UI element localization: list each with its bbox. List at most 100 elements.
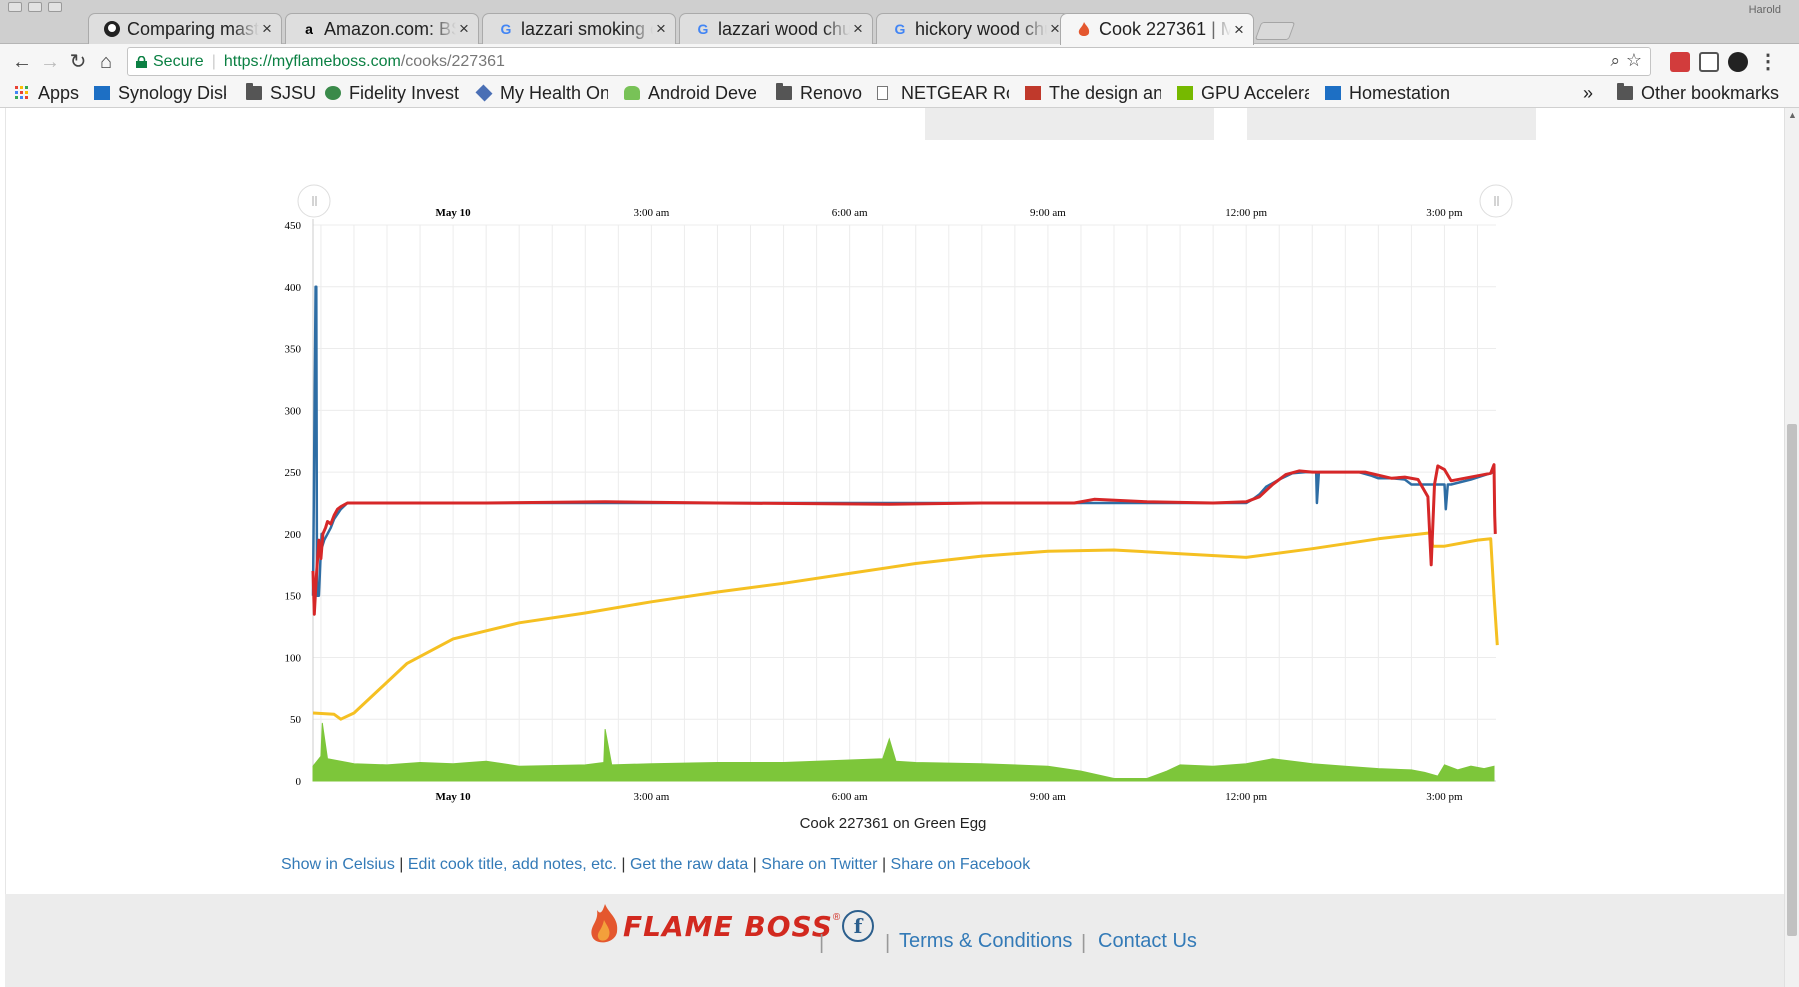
raw-data-link[interactable]: Get the raw data bbox=[630, 856, 748, 873]
footer-separator: | bbox=[885, 932, 891, 954]
extension-calendar-icon[interactable] bbox=[1670, 52, 1690, 72]
reload-icon[interactable]: ↻ bbox=[67, 51, 89, 73]
x-tick-label: 12:00 pm bbox=[1225, 791, 1267, 803]
site-footer: FLAME BOSS ® | f | Terms & Conditions | … bbox=[5, 894, 1784, 987]
bookmarks-overflow-chevron[interactable]: » bbox=[1583, 82, 1593, 104]
tab-hickory[interactable]: G hickory wood chu × bbox=[876, 13, 1070, 44]
x-axis-top: May 10 3:00 am 6:00 am 9:00 am 12:00 pm 3:00 … bbox=[436, 207, 1464, 219]
tab-cook-active[interactable]: Cook 227361 | M × bbox=[1060, 13, 1254, 45]
x-tick-label: 9:00 am bbox=[1030, 791, 1066, 803]
tab-title: Cook 227361 | M bbox=[1099, 19, 1231, 39]
bookmark-label: The design an bbox=[1049, 82, 1161, 103]
edit-cook-link[interactable]: Edit cook title, add notes, etc. bbox=[408, 856, 617, 873]
bookmark-android[interactable]: Android Deve bbox=[624, 82, 756, 104]
secure-label: Secure bbox=[153, 52, 204, 70]
fidelity-icon bbox=[325, 86, 341, 100]
tab-close-icon[interactable]: × bbox=[653, 19, 669, 39]
bookmarks-bar: Apps Synology Disk SJSU Fidelity Invest … bbox=[0, 79, 1799, 108]
android-icon bbox=[624, 86, 640, 100]
bookmark-apps[interactable]: Apps bbox=[14, 82, 79, 104]
iop-icon bbox=[1025, 86, 1041, 100]
share-facebook-link[interactable]: Share on Facebook bbox=[891, 856, 1031, 873]
chart-title: Cook 227361 on Green Egg bbox=[800, 815, 987, 832]
chart-grid bbox=[312, 219, 1496, 782]
brand-wordmark: FLAME BOSS bbox=[623, 909, 833, 943]
flame-logo-icon bbox=[591, 904, 618, 943]
window-minimize-button[interactable] bbox=[28, 2, 42, 12]
y-tick-label: 100 bbox=[285, 652, 302, 664]
x-tick-label: 3:00 am bbox=[634, 791, 670, 803]
show-celsius-link[interactable]: Show in Celsius bbox=[281, 856, 395, 873]
bookmark-homestation[interactable]: Homestation bbox=[1325, 82, 1450, 104]
footer-separator: | bbox=[1081, 932, 1087, 954]
bookmark-label: Fidelity Invest bbox=[349, 82, 459, 103]
other-bookmarks[interactable]: Other bookmarks bbox=[1617, 82, 1779, 104]
address-bar[interactable]: Secure | https://myflameboss.com /cooks/… bbox=[127, 47, 1651, 76]
home-icon[interactable]: ⌂ bbox=[95, 51, 117, 73]
browser-toolbar: ← → ↻ ⌂ Secure | https://myflameboss.com… bbox=[0, 44, 1799, 79]
bookmark-gpu[interactable]: GPU Accelera bbox=[1177, 82, 1309, 104]
scrollbar-thumb[interactable] bbox=[1787, 424, 1797, 936]
range-handle-left[interactable] bbox=[297, 184, 331, 218]
tab-close-icon[interactable]: × bbox=[259, 19, 275, 39]
folder-icon bbox=[246, 83, 262, 100]
y-tick-label: 400 bbox=[285, 282, 302, 294]
terms-link[interactable]: Terms & Conditions bbox=[899, 930, 1072, 953]
new-tab-button[interactable] bbox=[1254, 22, 1296, 40]
range-handle-right[interactable] bbox=[1479, 184, 1513, 218]
bookmark-star-icon[interactable]: ☆ bbox=[1626, 50, 1642, 71]
link-separator: | bbox=[616, 856, 630, 873]
x-tick-label: 6:00 am bbox=[832, 207, 868, 219]
vertical-scrollbar[interactable]: ▲ bbox=[1784, 108, 1799, 987]
tab-title: lazzari smoking c bbox=[521, 18, 653, 39]
link-separator: | bbox=[394, 856, 408, 873]
bookmark-renovo[interactable]: Renovo bbox=[776, 82, 862, 104]
forward-arrow-icon[interactable]: → bbox=[39, 51, 61, 73]
bookmark-sjsu[interactable]: SJSU bbox=[246, 82, 316, 104]
bookmark-netgear[interactable]: NETGEAR Rou bbox=[877, 82, 1009, 104]
bookmark-label: Android Deve bbox=[648, 82, 756, 103]
y-tick-label: 50 bbox=[290, 714, 302, 726]
facebook-icon[interactable]: f bbox=[842, 910, 874, 942]
google-icon: G bbox=[697, 21, 709, 37]
url-host: https://myflameboss.com bbox=[223, 52, 401, 70]
tab-close-icon[interactable]: × bbox=[850, 19, 866, 39]
tab-lazzari-smoking[interactable]: G lazzari smoking c × bbox=[482, 13, 676, 44]
bookmark-fidelity[interactable]: Fidelity Invest bbox=[325, 82, 459, 104]
y-tick-label: 250 bbox=[285, 467, 302, 479]
back-arrow-icon[interactable]: ← bbox=[11, 51, 33, 73]
extension-mail-icon[interactable] bbox=[1699, 52, 1719, 72]
cook-temperature-chart: 0 50 100 150 200 250 300 350 400 450 May 10 3:00 a… bbox=[285, 184, 1513, 832]
x-tick-label: 12:00 pm bbox=[1225, 207, 1267, 219]
bookmark-label: Homestation bbox=[1349, 82, 1451, 103]
window-maximize-button[interactable] bbox=[48, 2, 62, 12]
contact-link[interactable]: Contact Us bbox=[1098, 930, 1197, 953]
nvidia-icon bbox=[1177, 86, 1193, 100]
tab-comparing[interactable]: Comparing maste × bbox=[88, 13, 282, 44]
share-twitter-link[interactable]: Share on Twitter bbox=[761, 856, 877, 873]
window-close-button[interactable] bbox=[8, 2, 22, 12]
bookmark-label: Other bookmarks bbox=[1641, 82, 1780, 103]
page-content: 0 50 100 150 200 250 300 350 400 450 May 10 3:00 a… bbox=[0, 108, 1784, 987]
y-tick-label: 450 bbox=[285, 220, 302, 232]
myhealth-icon bbox=[475, 84, 493, 102]
registered-mark: ® bbox=[832, 912, 841, 923]
bookmark-myhealth[interactable]: My Health On bbox=[475, 82, 608, 104]
tab-amazon[interactable]: a Amazon.com: BSI × bbox=[285, 13, 479, 44]
bookmark-design[interactable]: The design an bbox=[1025, 82, 1161, 104]
y-axis: 0 50 100 150 200 250 300 350 400 450 bbox=[285, 220, 302, 788]
flame-icon bbox=[1075, 21, 1093, 39]
zoom-icon[interactable]: ⌕ bbox=[1610, 51, 1620, 71]
tab-lazzari-wood[interactable]: G lazzari wood chur × bbox=[679, 13, 873, 44]
y-tick-label: 350 bbox=[285, 344, 302, 356]
scroll-up-arrow-icon[interactable]: ▲ bbox=[1788, 110, 1797, 120]
flame-boss-logo[interactable]: FLAME BOSS ® bbox=[589, 904, 840, 948]
extension-bird-icon[interactable] bbox=[1728, 52, 1748, 72]
bookmark-synology[interactable]: Synology Disk bbox=[94, 82, 226, 104]
tab-title: Comparing maste bbox=[127, 18, 259, 39]
tab-close-icon[interactable]: × bbox=[1231, 20, 1247, 40]
tab-close-icon[interactable]: × bbox=[456, 19, 472, 39]
menu-kebab-icon[interactable]: ⋮ bbox=[1757, 51, 1779, 73]
cook-action-links: Show in Celsius | Edit cook title, add n… bbox=[281, 856, 1030, 874]
profile-name[interactable]: Harold bbox=[1749, 4, 1781, 16]
